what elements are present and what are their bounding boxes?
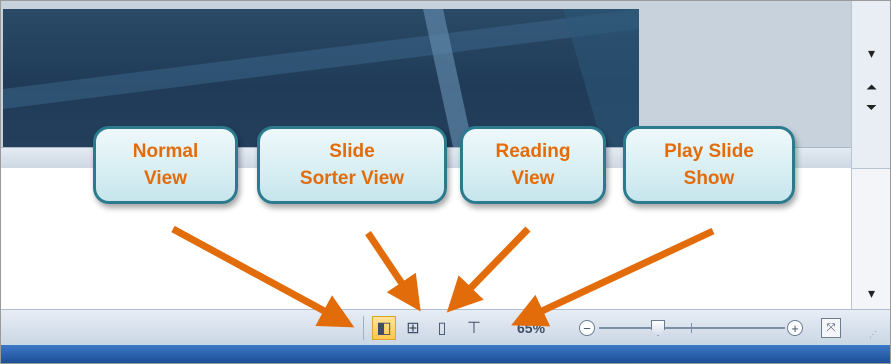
next-slide-icon[interactable]: ⏷ bbox=[852, 97, 890, 117]
callout-line: View bbox=[511, 168, 555, 189]
powerpoint-window: ▾ ⏶ ⏷ ▾ ◧ ⊞ ▯ ⊤ 65% − + ⤧ ⋰ Normal View … bbox=[0, 0, 891, 364]
callout-line: Show bbox=[683, 168, 735, 189]
zoom-in-button[interactable]: + bbox=[787, 320, 803, 336]
callout-line: Slide bbox=[329, 141, 375, 162]
zoom-slider-track[interactable] bbox=[599, 327, 785, 329]
callout-play-slide-show: Play Slide Show bbox=[623, 126, 795, 204]
callout-line: Play Slide bbox=[664, 141, 754, 162]
callout-slide-sorter-view: Slide Sorter View bbox=[257, 126, 447, 204]
notes-scroll-down-icon[interactable]: ▾ bbox=[852, 283, 890, 303]
zoom-out-button[interactable]: − bbox=[579, 320, 595, 336]
callout-normal-view: Normal View bbox=[93, 126, 238, 204]
zoom-slider-center-tick bbox=[691, 323, 692, 333]
callout-line: Sorter View bbox=[299, 168, 405, 189]
zoom-level[interactable]: 65% bbox=[517, 320, 545, 336]
callout-line: View bbox=[144, 168, 187, 189]
taskbar-strip bbox=[1, 345, 890, 363]
previous-slide-icon[interactable]: ⏶ bbox=[852, 77, 890, 97]
callout-line: Normal bbox=[132, 141, 199, 162]
fit-to-window-icon[interactable]: ⤧ bbox=[821, 318, 841, 338]
scroll-down-icon[interactable]: ▾ bbox=[852, 43, 890, 63]
slide-sorter-view-icon[interactable]: ⊞ bbox=[401, 316, 425, 340]
status-separator bbox=[363, 316, 364, 340]
resize-grip-icon[interactable]: ⋰ bbox=[869, 330, 878, 339]
callout-line: Reading bbox=[495, 141, 571, 162]
slide-show-icon[interactable]: ⊤ bbox=[462, 316, 486, 340]
status-bar: ◧ ⊞ ▯ ⊤ 65% − + ⤧ ⋰ bbox=[1, 309, 890, 346]
vertical-scrollbar[interactable]: ▾ ⏶ ⏷ ▾ bbox=[851, 1, 890, 310]
normal-view-icon[interactable]: ◧ bbox=[372, 316, 396, 340]
zoom-slider-thumb[interactable] bbox=[651, 320, 665, 336]
callout-reading-view: Reading View bbox=[460, 126, 606, 204]
notes-scrollbar[interactable]: ▾ bbox=[852, 168, 890, 310]
reading-view-icon[interactable]: ▯ bbox=[430, 316, 454, 340]
